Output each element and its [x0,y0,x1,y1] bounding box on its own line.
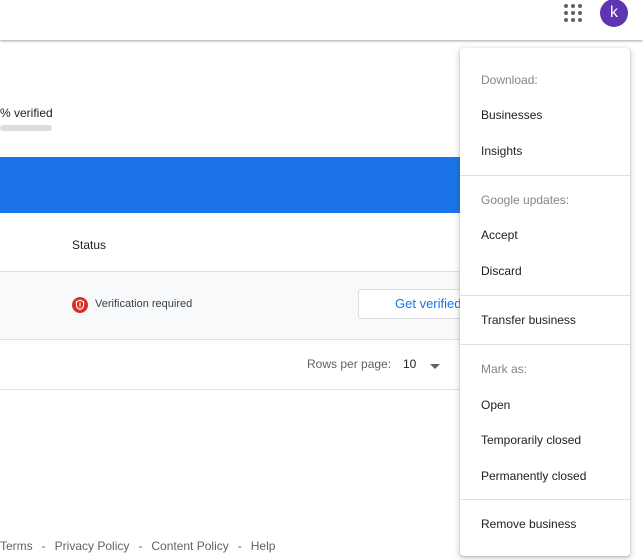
divider [0,339,470,340]
footer-links: Terms - Privacy Policy - Content Policy - Help [0,539,275,553]
footer-separator: - [138,539,143,553]
menu-divider [460,295,630,296]
warning-shield-icon [72,297,88,313]
more-actions-menu: Download: Businesses Insights Google upd… [460,48,630,556]
avatar[interactable]: k [600,0,628,27]
menu-heading-download: Download: [481,73,538,87]
top-bar: k [0,0,643,40]
menu-divider [460,499,630,500]
menu-item-transfer-business[interactable]: Transfer business [481,313,576,327]
content-policy-link[interactable]: Content Policy [151,539,228,553]
verified-percentage-text: % verified [0,106,53,120]
apps-grid-icon[interactable] [564,4,582,22]
footer-separator: - [41,539,46,553]
chevron-down-icon[interactable] [430,364,440,369]
menu-item-accept[interactable]: Accept [481,228,518,242]
menu-divider [460,344,630,345]
divider [0,389,470,390]
rows-per-page-label: Rows per page: [307,357,392,371]
footer-separator: - [237,539,242,553]
menu-item-remove-business[interactable]: Remove business [481,517,576,531]
menu-item-discard[interactable]: Discard [481,264,522,278]
rows-per-page-select[interactable]: 10 [403,357,416,371]
menu-heading-mark-as: Mark as: [481,362,528,376]
privacy-policy-link[interactable]: Privacy Policy [55,539,130,553]
help-link[interactable]: Help [251,539,276,553]
menu-item-insights[interactable]: Insights [481,144,522,158]
verification-progress-bar [0,125,52,131]
menu-item-open[interactable]: Open [481,398,510,412]
terms-link[interactable]: Terms [0,539,33,553]
menu-item-permanently-closed[interactable]: Permanently closed [481,469,586,483]
menu-item-temporarily-closed[interactable]: Temporarily closed [481,433,581,447]
menu-heading-google-updates: Google updates: [481,193,570,207]
table-toolbar-banner [0,157,470,213]
status-column-header[interactable]: Status [72,238,106,252]
menu-item-businesses[interactable]: Businesses [481,108,542,122]
menu-divider [460,175,630,176]
status-text: Verification required [95,298,193,310]
